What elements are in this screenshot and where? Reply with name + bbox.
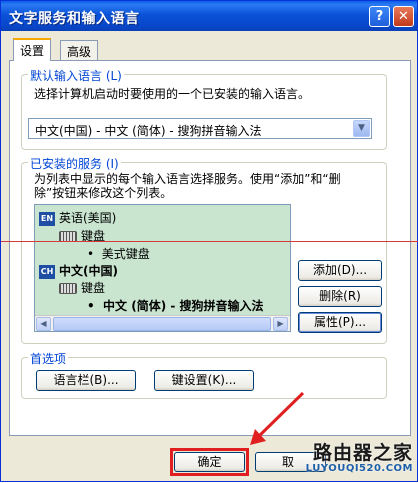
- dialog-window: 文字服务和输入语言 ? ✕ 设置 高级 默认输入语言 (L) 选择计算机启动时要…: [0, 0, 418, 482]
- watermark-url: LUYOUQI520.COM: [305, 463, 413, 474]
- watermark-title: 路由器之家: [312, 442, 413, 464]
- annotation-line: [1, 241, 418, 242]
- annotation-arrow-icon: [250, 391, 305, 445]
